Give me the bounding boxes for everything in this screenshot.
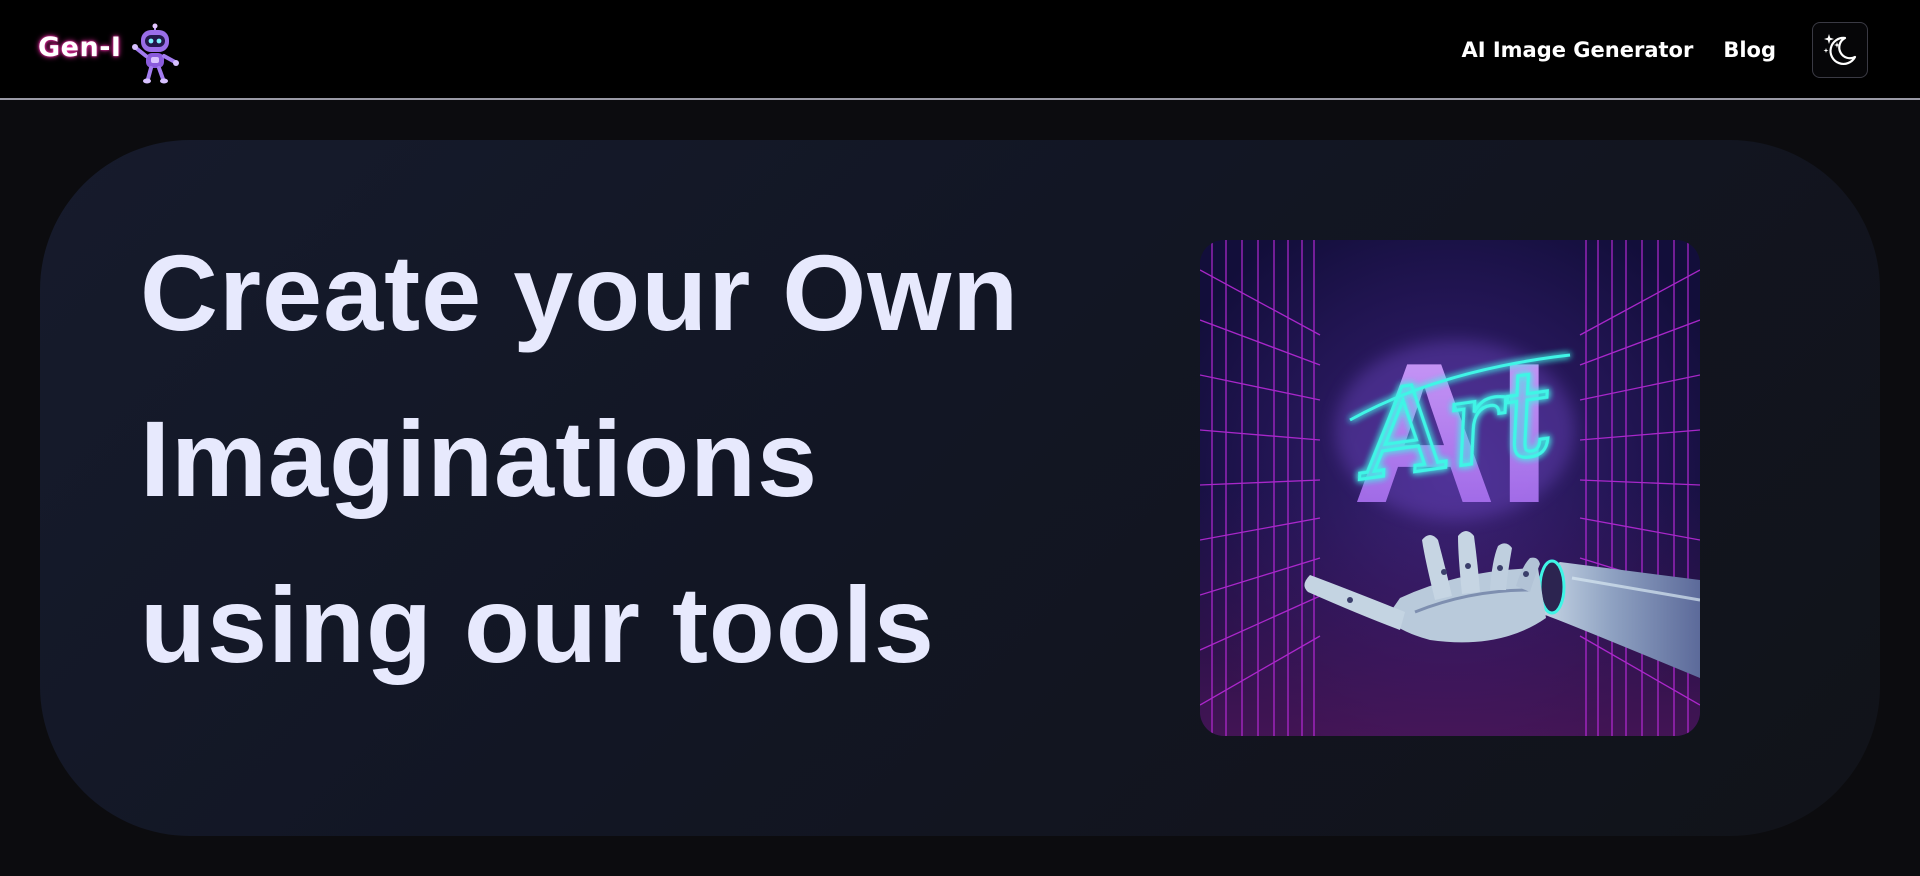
navbar: Gen-I AI Image Generator Blog [0, 0, 1920, 100]
brand-name: Gen-I [38, 31, 122, 63]
nav-links: AI Image Generator Blog [1461, 22, 1868, 78]
moon-stars-icon [1823, 34, 1857, 65]
theme-toggle-button[interactable] [1812, 22, 1868, 78]
nav-link-ai-image-generator[interactable]: AI Image Generator [1461, 38, 1693, 62]
hero-heading-line: Create your Own [140, 232, 1020, 353]
nav-link-blog[interactable]: Blog [1723, 38, 1776, 62]
art-script-text: Art [1344, 343, 1560, 507]
hero-heading: Create your Own Imaginations using our t… [140, 210, 1060, 708]
hero-section: Create your Own Imaginations using our t… [40, 140, 1880, 836]
brand-logo-link[interactable]: Gen-I [38, 22, 187, 86]
hero-heading-line: Imaginations [140, 398, 819, 519]
hero-ai-art-image: AI Art [1200, 240, 1700, 736]
robot-mascot-icon [132, 23, 180, 84]
hero-heading-line: using our tools [140, 564, 935, 685]
ai-art-illustration: AI Art [1200, 240, 1700, 736]
